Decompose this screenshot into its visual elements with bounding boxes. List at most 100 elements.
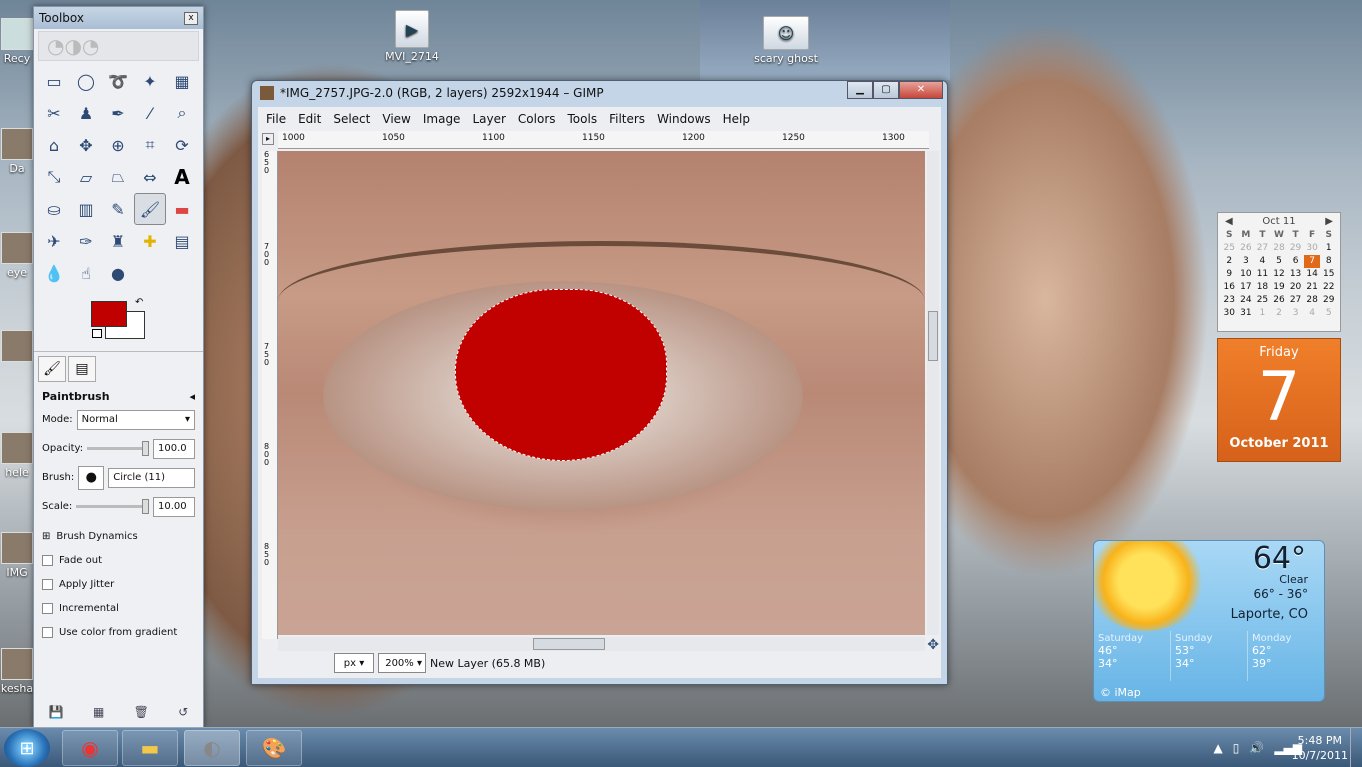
blend-icon[interactable]: ▥: [70, 193, 102, 225]
calendar-date[interactable]: 5: [1271, 255, 1288, 268]
brush-preview-button[interactable]: ●: [78, 465, 105, 490]
calendar-date[interactable]: 1: [1254, 307, 1271, 320]
slider-handle[interactable]: [142, 499, 149, 514]
calendar-date[interactable]: 4: [1304, 307, 1321, 320]
opacity-slider[interactable]: [87, 441, 149, 456]
calendar-date[interactable]: 12: [1271, 268, 1288, 281]
calendar-date[interactable]: 11: [1254, 268, 1271, 281]
taskbar-chrome[interactable]: ◉: [62, 730, 118, 766]
start-button[interactable]: ⊞: [4, 729, 50, 767]
volume-icon[interactable]: 🔊: [1249, 741, 1264, 755]
calendar-date[interactable]: 6: [1287, 255, 1304, 268]
scroll-thumb[interactable]: [928, 311, 938, 361]
zoom-select[interactable]: 200% ▾: [378, 653, 426, 673]
menu-help[interactable]: Help: [723, 112, 750, 126]
save-options-icon[interactable]: 💾: [49, 705, 64, 719]
calendar-date[interactable]: 26: [1238, 242, 1255, 255]
desktop-edge-icon[interactable]: Recy: [0, 18, 34, 65]
calendar-date[interactable]: 27: [1254, 242, 1271, 255]
calendar-date[interactable]: 13: [1287, 268, 1304, 281]
taskbar-paint[interactable]: 🎨: [246, 730, 302, 766]
ruler-corner-menu[interactable]: ▸: [262, 133, 274, 145]
tab-device-status[interactable]: ▤: [68, 356, 96, 382]
toolbox-titlebar[interactable]: Toolbox: [34, 7, 203, 29]
measure-icon[interactable]: ⌂: [38, 129, 70, 161]
checkbox-box[interactable]: [42, 578, 53, 590]
calendar-date[interactable]: 2: [1271, 307, 1288, 320]
brush-name-field[interactable]: Circle (11): [108, 467, 195, 488]
foreground-select-icon[interactable]: ♟: [70, 97, 102, 129]
menu-select[interactable]: Select: [333, 112, 370, 126]
calendar-date[interactable]: 25: [1254, 294, 1271, 307]
lasso-icon[interactable]: ➰: [102, 65, 134, 97]
text-icon[interactable]: A: [166, 161, 198, 193]
slider-handle[interactable]: [142, 441, 149, 456]
color-picker-icon[interactable]: ⁄: [134, 97, 166, 129]
calendar-date[interactable]: 5: [1320, 307, 1337, 320]
mode-select[interactable]: Normal ▾: [76, 409, 195, 430]
clone-icon[interactable]: ♜: [102, 225, 134, 257]
smudge-icon[interactable]: ☝: [70, 257, 102, 289]
eraser-icon[interactable]: ▬: [166, 193, 198, 225]
calendar-date[interactable]: 30: [1221, 307, 1238, 320]
maximize-button[interactable]: ▢: [873, 81, 899, 99]
desktop-edge-icon[interactable]: Da: [0, 128, 34, 175]
calendar-date[interactable]: 3: [1238, 255, 1255, 268]
calendar-date[interactable]: 18: [1254, 281, 1271, 294]
flip-icon[interactable]: ⇔: [134, 161, 166, 193]
calendar-date[interactable]: 15: [1320, 268, 1337, 281]
shear-icon[interactable]: ▱: [70, 161, 102, 193]
menu-view[interactable]: View: [382, 112, 410, 126]
checkbox-box[interactable]: [42, 602, 53, 614]
menu-image[interactable]: Image: [423, 112, 461, 126]
align-icon[interactable]: ⊕: [102, 129, 134, 161]
scale-icon[interactable]: ⤡: [38, 161, 70, 193]
calendar-date[interactable]: 21: [1304, 281, 1321, 294]
menu-edit[interactable]: Edit: [298, 112, 321, 126]
calendar-date[interactable]: 7: [1303, 255, 1321, 268]
default-colors-icon[interactable]: [92, 329, 102, 338]
calendar-date[interactable]: 23: [1221, 294, 1238, 307]
desktop-icon-ghost[interactable]: ☺ scary ghost: [754, 16, 818, 65]
calendar-date[interactable]: 10: [1238, 268, 1255, 281]
perspective-clone-icon[interactable]: ▤: [166, 225, 198, 257]
checkbox-box[interactable]: [42, 626, 53, 638]
zoom-icon[interactable]: ⌕: [166, 97, 198, 129]
paths-icon[interactable]: ✒: [102, 97, 134, 129]
image-canvas[interactable]: [278, 151, 925, 635]
dodge-burn-icon[interactable]: ●: [102, 257, 134, 289]
weather-credit[interactable]: © iMap: [1100, 686, 1141, 699]
scale-slider[interactable]: [76, 499, 149, 514]
calendar-date[interactable]: 8: [1320, 255, 1337, 268]
desktop-edge-icon[interactable]: hele: [0, 432, 34, 479]
calendar-date[interactable]: 28: [1271, 242, 1288, 255]
show-desktop-button[interactable]: [1350, 728, 1362, 767]
brush-dynamics-expander[interactable]: ⊞ Brush Dynamics: [42, 524, 195, 548]
menu-colors[interactable]: Colors: [518, 112, 556, 126]
perspective-icon[interactable]: ⏢: [102, 161, 134, 193]
calendar-date[interactable]: 22: [1320, 281, 1337, 294]
prev-month-icon[interactable]: ◀: [1225, 216, 1233, 227]
taskbar-gimp[interactable]: ◐: [184, 730, 240, 766]
checkbox-box[interactable]: [42, 554, 53, 566]
opacity-input[interactable]: 100.0: [153, 438, 195, 459]
apply-jitter-checkbox[interactable]: Apply Jitter: [42, 572, 195, 596]
scale-input[interactable]: 10.00: [153, 496, 195, 517]
taskbar-explorer[interactable]: ▬: [122, 730, 178, 766]
show-hidden-icons-icon[interactable]: ▲: [1214, 741, 1223, 755]
restore-options-icon[interactable]: ▦: [93, 705, 104, 719]
vertical-scrollbar[interactable]: [927, 151, 939, 635]
menu-tools[interactable]: Tools: [568, 112, 598, 126]
menu-filters[interactable]: Filters: [609, 112, 645, 126]
calendar-date[interactable]: 17: [1238, 281, 1255, 294]
calendar-date[interactable]: 2: [1221, 255, 1238, 268]
desktop-edge-icon[interactable]: [0, 330, 34, 364]
ellipse-select-icon[interactable]: ◯: [70, 65, 102, 97]
paintbrush-icon[interactable]: 🖌: [134, 193, 166, 225]
menu-windows[interactable]: Windows: [657, 112, 711, 126]
next-month-icon[interactable]: ▶: [1325, 216, 1333, 227]
scissors-icon[interactable]: ✂: [38, 97, 70, 129]
swap-colors-icon[interactable]: ↶: [135, 297, 143, 308]
calendar-date[interactable]: 29: [1320, 294, 1337, 307]
incremental-checkbox[interactable]: Incremental: [42, 596, 195, 620]
